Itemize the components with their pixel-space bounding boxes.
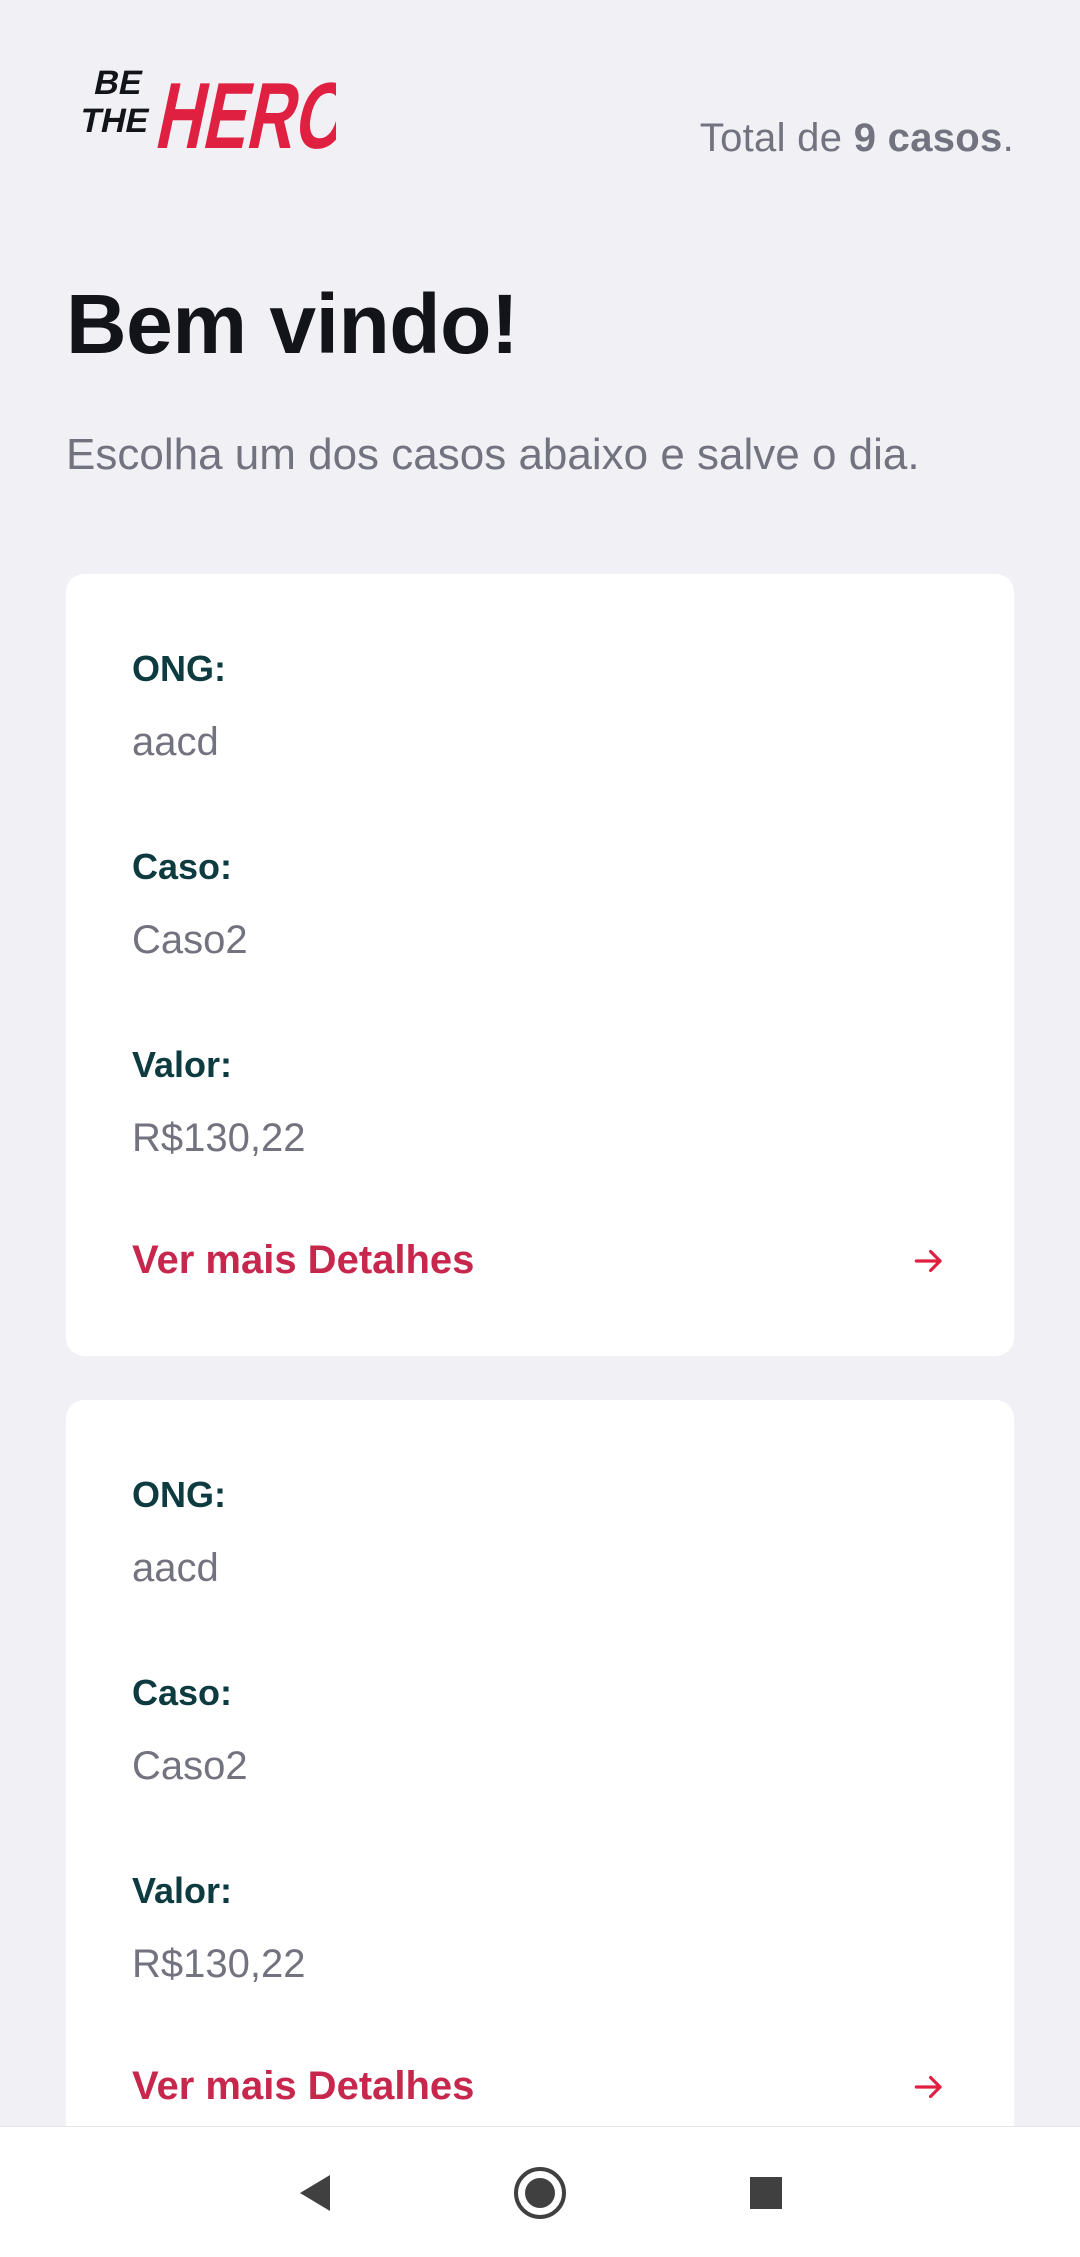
case-label: Caso:: [132, 1672, 233, 1713]
home-circle-icon[interactable]: [510, 2163, 570, 2223]
total-suffix: .: [1002, 116, 1014, 160]
case-label: Caso:: [132, 846, 233, 887]
total-cases: Total de 9 casos.: [700, 116, 1014, 161]
value-amount: R$130,22: [132, 1116, 306, 1160]
be-the-hero-logo: BE THE HERO: [77, 64, 336, 169]
value-label: Valor:: [132, 1870, 233, 1911]
case-value: Caso2: [132, 1744, 248, 1788]
ong-value: aacd: [132, 1546, 219, 1590]
recents-square-icon[interactable]: [736, 2163, 796, 2223]
app-screen: BE THE HERO Total de 9 casos. Bem vindo!…: [0, 0, 1080, 2126]
header: BE THE HERO Total de 9 casos.: [66, 40, 1014, 170]
see-details-button[interactable]: Ver mais Detalhes: [132, 2064, 948, 2114]
total-prefix: Total de: [699, 116, 854, 160]
svg-text:BE: BE: [91, 64, 146, 102]
value-amount: R$130,22: [132, 1942, 306, 1986]
value-label: Valor:: [132, 1044, 233, 1085]
see-details-label: Ver mais Detalhes: [132, 1238, 475, 1282]
page-title: Bem vindo!: [66, 277, 519, 371]
page-subtitle: Escolha um dos casos abaixo e salve o di…: [66, 430, 920, 479]
back-triangle-icon[interactable]: [286, 2163, 346, 2223]
system-navigation-bar: [0, 2126, 1080, 2257]
incident-card: ONG: aacd Caso: Caso2 Valor: R$130,22 Ve…: [66, 1400, 1014, 2126]
see-details-label: Ver mais Detalhes: [132, 2064, 475, 2108]
ong-value: aacd: [132, 720, 219, 764]
see-details-button[interactable]: Ver mais Detalhes: [132, 1238, 948, 1288]
svg-text:HERO: HERO: [149, 64, 336, 169]
svg-text:THE: THE: [77, 102, 153, 140]
arrow-right-icon: [914, 1249, 942, 1273]
ong-label: ONG:: [132, 1474, 226, 1515]
case-value: Caso2: [132, 918, 248, 962]
total-count: 9 casos: [853, 116, 1003, 160]
incident-card: ONG: aacd Caso: Caso2 Valor: R$130,22 Ve…: [66, 574, 1014, 1356]
ong-label: ONG:: [132, 648, 226, 689]
arrow-right-icon: [914, 2075, 942, 2099]
